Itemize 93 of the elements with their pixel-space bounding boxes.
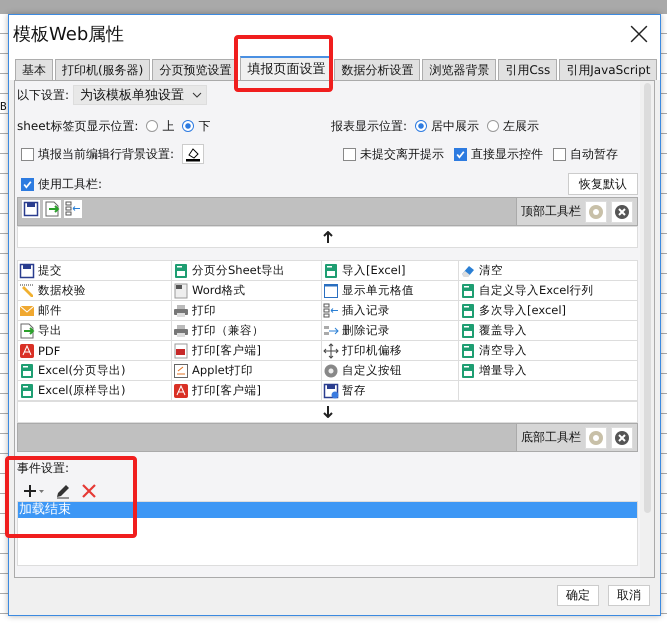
toolbar-label: 底部工具栏 (521, 429, 581, 446)
add-button[interactable] (23, 483, 45, 499)
field-label: sheet标签页显示位置: (17, 118, 138, 134)
checkbox[interactable] (21, 148, 34, 160)
applet-icon (173, 362, 189, 378)
up-arrow-icon[interactable] (322, 231, 332, 243)
insert-row-icon (65, 201, 81, 217)
section-label: 事件设置: (17, 460, 70, 477)
option-label: 下 (198, 118, 210, 134)
floppy-icon (23, 201, 39, 217)
field-label: 以下设置: (17, 86, 70, 104)
toolbar-button-item[interactable]: 多次导入[excel] (459, 301, 638, 321)
checkbox-label: 自动暂存 (570, 146, 618, 162)
tab[interactable]: 基本 (15, 59, 53, 80)
toolbar-button-item[interactable]: 打印（兼容） (172, 321, 322, 341)
toolbar-button-item[interactable]: 插入记录 (322, 301, 459, 321)
dialog-button[interactable]: 确定 (557, 585, 599, 606)
toolbar-button-item[interactable]: 清空导入 (459, 341, 638, 361)
checkbox-label: 未提交离开提示 (360, 146, 444, 162)
pencil-icon (19, 282, 35, 298)
window-title: 模板Web属性 (13, 23, 124, 46)
toolbar-button-item[interactable]: 自定义按钮 (322, 361, 459, 381)
toolbar-button-item[interactable]: 邮件 (18, 301, 172, 321)
radio-button[interactable] (182, 120, 194, 132)
spreadsheet-icon (460, 302, 476, 318)
checkbox-label: 直接显示控件 (471, 146, 543, 162)
cell-icon (323, 282, 339, 298)
restore-default-button[interactable]: 恢复默认 (568, 173, 638, 195)
toolbar-button-item[interactable]: Word格式 (172, 281, 322, 301)
tab[interactable]: 浏览器背景 (422, 59, 496, 80)
toolbar-button-item[interactable]: 自定义导入Excel行列 (459, 281, 638, 301)
toolbar-button-item[interactable]: 提交 (18, 261, 172, 281)
paint-bucket-button[interactable] (182, 144, 204, 164)
edit-button[interactable] (55, 483, 71, 499)
option-label: 居中展示 (431, 118, 480, 134)
toolbar-label: 顶部工具栏 (521, 203, 581, 220)
option-label: 上 (162, 118, 174, 134)
checkbox[interactable] (553, 148, 566, 160)
column-letter: B (0, 100, 7, 113)
toolbar-button-item[interactable]: 覆盖导入 (459, 321, 638, 341)
toolbar-button-item[interactable]: 删除记录 (322, 321, 459, 341)
checkbox[interactable] (21, 178, 34, 190)
toolbar-button-item[interactable]: 清空 (459, 261, 638, 281)
toolbar-button-item[interactable]: 导入[Excel] (322, 261, 459, 281)
document-icon (173, 282, 189, 298)
toolbar-button-item[interactable]: 分页分Sheet导出 (172, 261, 322, 281)
spreadsheet-icon (173, 262, 189, 278)
toolbar-button-item[interactable]: Excel(分页导出) (18, 361, 172, 381)
remove-button[interactable] (611, 426, 633, 448)
flash-icon (173, 342, 189, 358)
checkbox[interactable] (454, 148, 467, 160)
floppy-clock-icon (323, 382, 339, 398)
toolbar-button-item[interactable]: 数据校验 (18, 281, 172, 301)
checkbox-label: 使用工具栏: (38, 176, 102, 192)
toolbar-button-item[interactable]: 打印机偏移 (322, 341, 459, 361)
toolbar-button-item[interactable]: 打印 (172, 301, 322, 321)
move-icon (323, 342, 339, 358)
down-arrow-icon[interactable] (322, 406, 332, 418)
tab[interactable]: 打印机(服务器) (55, 59, 150, 80)
radio-button[interactable] (487, 120, 500, 132)
spreadsheet-icon (460, 282, 476, 298)
insert-row-icon (323, 302, 339, 318)
tab[interactable]: 数据分析设置 (334, 59, 420, 80)
spreadsheet-icon (460, 322, 476, 338)
radio-button[interactable] (415, 120, 428, 132)
toolbar-button-item[interactable]: 导出 (18, 321, 172, 341)
toolbar-button-item[interactable]: 打印[客户端] (172, 341, 322, 361)
spreadsheet-icon (460, 342, 476, 358)
option-label: 左展示 (503, 118, 540, 134)
dialog-button[interactable]: 取消 (608, 585, 650, 606)
printer-icon (173, 322, 189, 338)
toolbar-button-item[interactable]: Applet打印 (172, 361, 322, 381)
field-label: 报表显示位置: (331, 118, 408, 134)
tab[interactable]: 引用Css (498, 59, 558, 80)
gear-icon (323, 362, 339, 378)
dropdown[interactable]: 为该模板单独设置 (73, 85, 208, 105)
export-icon (44, 201, 60, 217)
toolbar-button-item[interactable]: 显示单元格值 (322, 281, 459, 301)
printer-icon (173, 302, 189, 318)
checkbox[interactable] (343, 148, 356, 160)
tab[interactable]: 引用JavaScript (559, 59, 658, 80)
delete-button[interactable] (81, 483, 97, 499)
checkbox-label: 填报当前编辑行背景设置: (38, 146, 174, 162)
caret-icon (192, 92, 202, 98)
close-button[interactable] (628, 23, 650, 45)
remove-button[interactable] (611, 200, 633, 222)
toolbar-button-item[interactable]: 增量导入 (459, 361, 638, 381)
pdf-icon (173, 382, 189, 398)
toolbar-button-item[interactable]: PDF (18, 341, 172, 361)
spreadsheet-icon (460, 362, 476, 378)
scrollbar[interactable] (640, 81, 654, 577)
spreadsheet-icon (323, 262, 339, 278)
radio-button[interactable] (146, 120, 158, 132)
